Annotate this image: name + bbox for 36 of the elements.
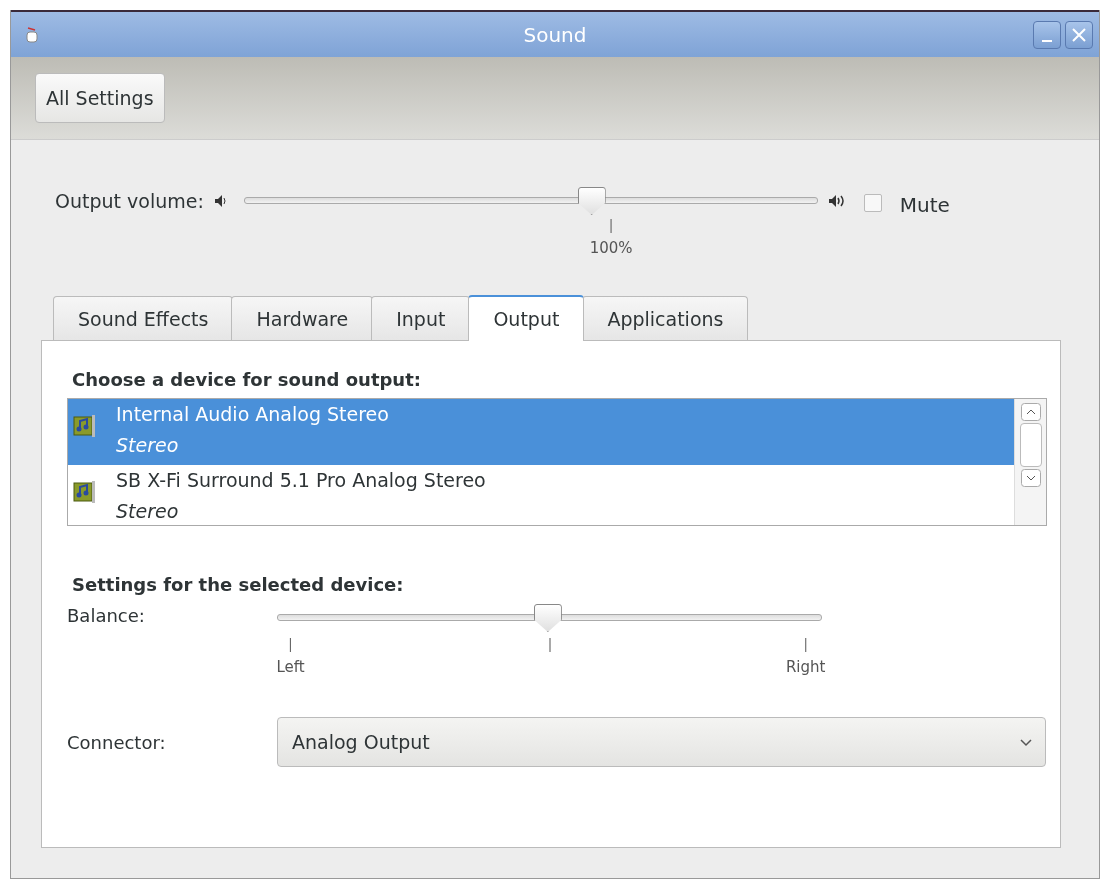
balance-mark-label: Right <box>785 658 826 676</box>
section-heading: Settings for the selected device: <box>72 574 405 595</box>
minimize-button[interactable] <box>1033 20 1061 49</box>
tab[interactable]: Hardware <box>231 296 374 340</box>
section-heading: Choose a device for sound output: <box>72 369 422 390</box>
connector-label: Connector: <box>67 731 167 753</box>
minimize-icon <box>1042 39 1052 42</box>
slider-thumb[interactable] <box>533 604 562 632</box>
slider-thumb[interactable] <box>577 187 606 215</box>
device-name: Internal Audio Analog Stereo <box>116 402 389 427</box>
close-button[interactable] <box>1065 20 1093 49</box>
chevron-down-icon <box>1019 737 1033 747</box>
connector-dropdown[interactable]: Analog Output <box>277 717 1046 767</box>
balance-mark-label: Left <box>276 658 305 676</box>
tab[interactable]: Sound Effects <box>53 296 234 340</box>
mute-label: Mute <box>899 193 950 217</box>
volume-mark-label: 100% <box>589 239 633 257</box>
balance-slider[interactable] <box>277 604 822 632</box>
scrollbar[interactable] <box>1014 399 1046 525</box>
balance-label: Balance: <box>67 605 146 626</box>
scroll-thumb[interactable] <box>1019 423 1042 467</box>
close-icon <box>1070 25 1088 44</box>
device-profile: Stereo <box>116 433 180 458</box>
tab[interactable]: Output <box>468 295 585 341</box>
volume-slider[interactable] <box>243 187 818 215</box>
output-volume-label: Output volume: <box>55 190 204 212</box>
device-name: SB X-Fi Surround 5.1 Pro Analog Stereo <box>116 468 486 493</box>
all-settings-button[interactable]: All Settings <box>35 73 165 123</box>
device-profile: Stereo <box>116 499 180 524</box>
window-title: Sound <box>523 22 587 47</box>
scroll-up-icon[interactable] <box>1020 403 1041 421</box>
device-item[interactable]: SB X-Fi Surround 5.1 Pro Analog Stereo Stereo <box>68 465 1014 525</box>
mute-checkbox[interactable] <box>863 194 882 212</box>
tab[interactable]: Applications <box>582 296 749 340</box>
scroll-down-icon[interactable] <box>1020 469 1041 487</box>
tab[interactable]: Input <box>371 296 471 340</box>
